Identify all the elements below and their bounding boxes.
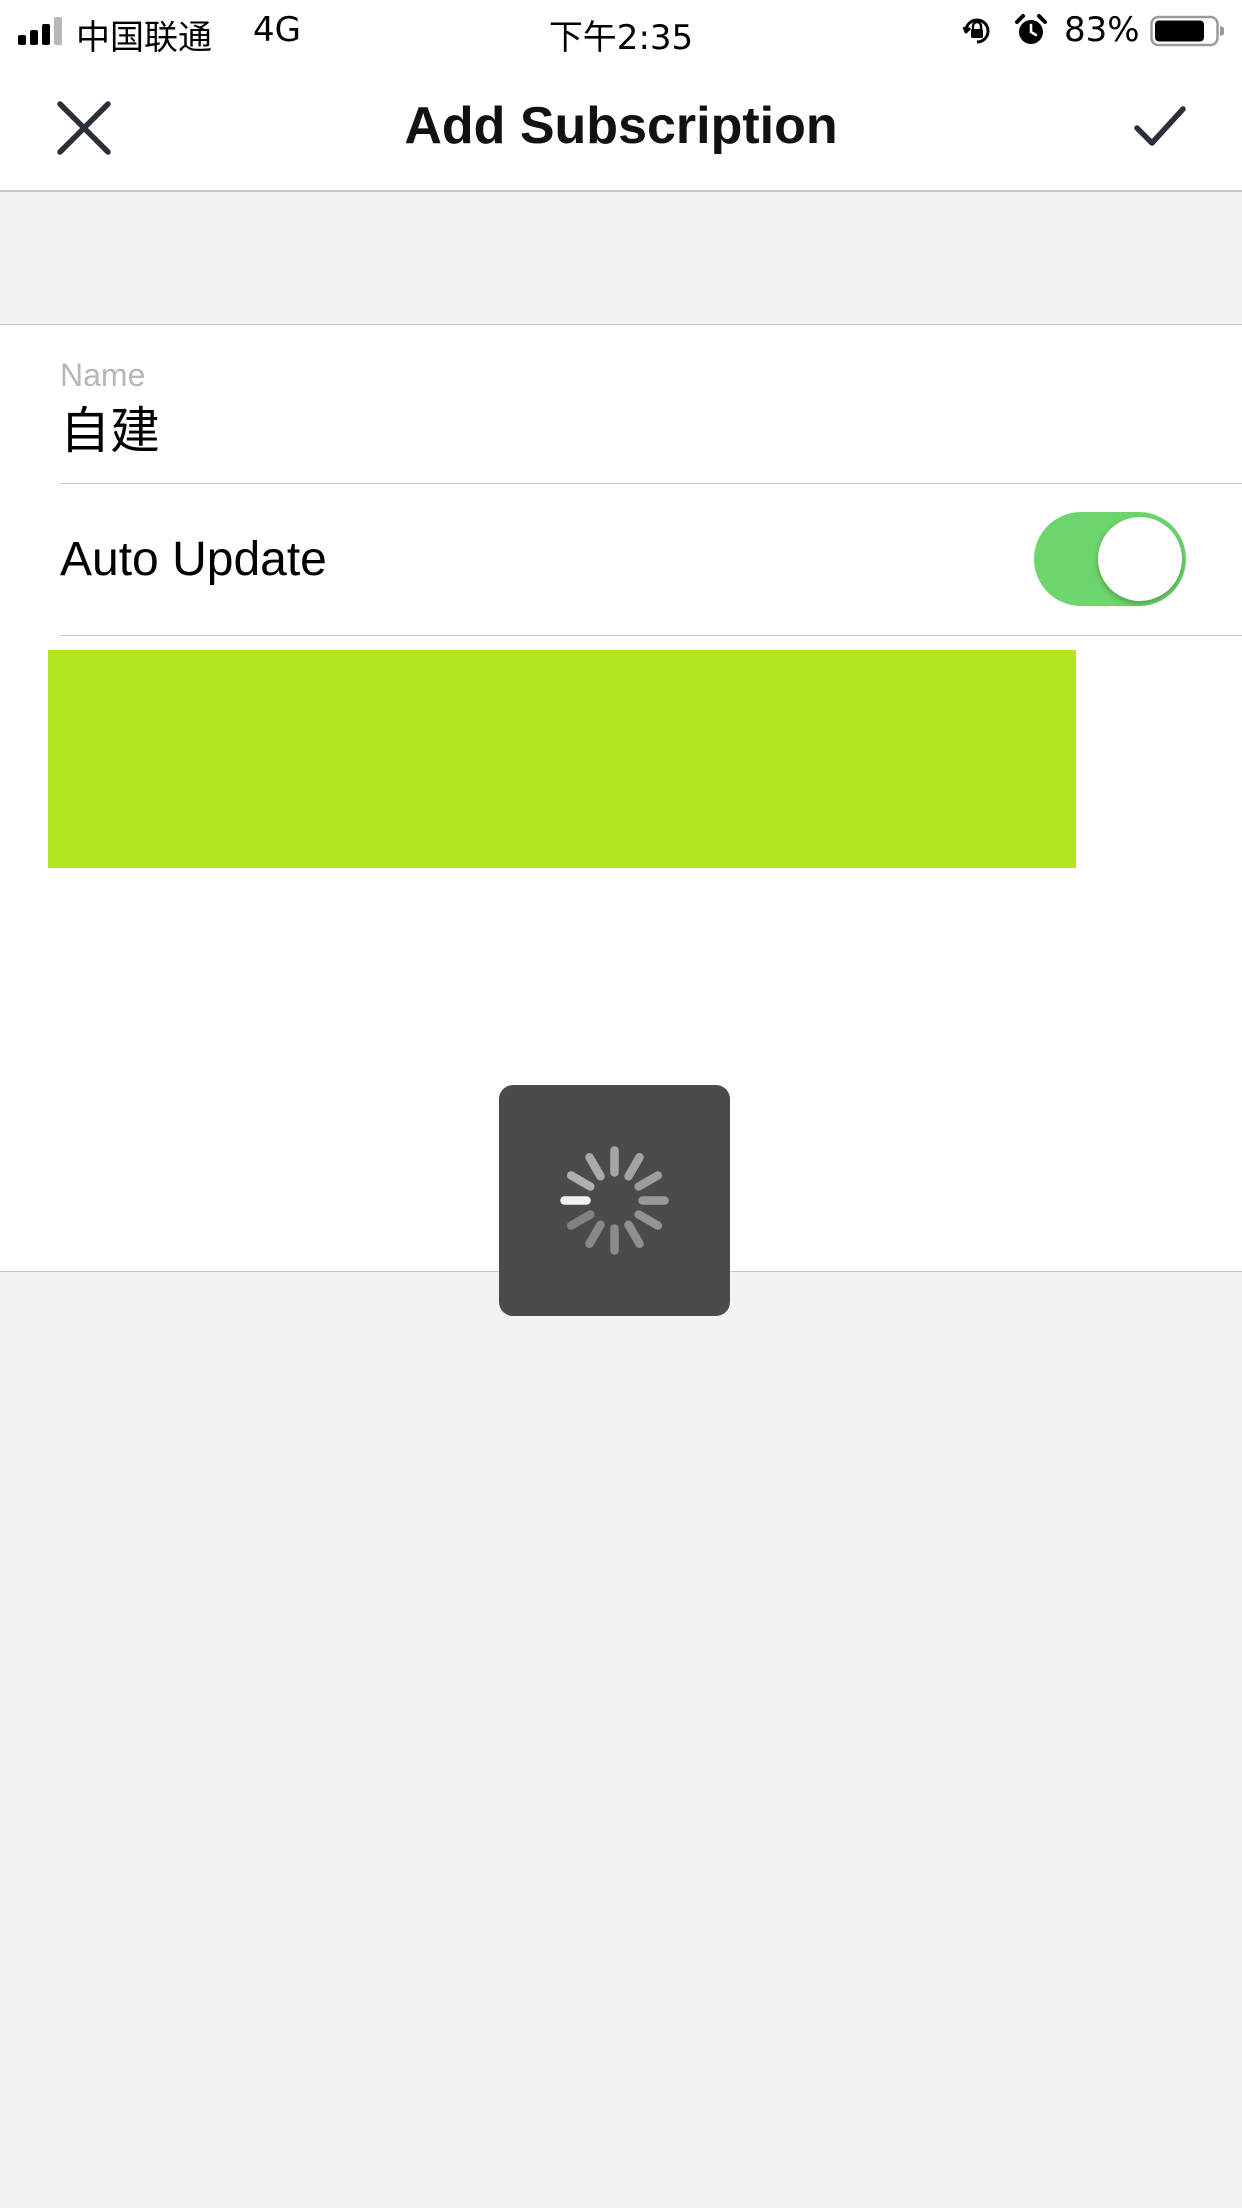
toggle-knob [1098,517,1182,601]
status-bar: 中国联通 4G 下午2:35 83% [0,0,1242,62]
spinner-spoke [624,1152,644,1181]
name-field[interactable]: Name 自建 [60,325,1242,484]
spinner-spoke [624,1220,644,1249]
spinner-spoke [585,1220,605,1249]
name-label: Name [60,357,146,393]
navigation-bar: Add Subscription [0,62,1242,192]
checkmark-icon [1134,106,1186,146]
spinner-spoke [634,1171,663,1191]
spinner-spoke [634,1210,663,1230]
battery-percent: 83% [1064,10,1140,50]
orientation-lock-icon [962,18,990,44]
battery-icon [1150,15,1224,47]
redacted-area [48,650,1076,868]
spinner-icon [560,1146,669,1255]
loading-indicator [499,1085,730,1316]
name-input[interactable]: 自建 [60,391,160,463]
auto-update-row: Auto Update [60,484,1242,636]
alarm-icon [1015,14,1047,44]
page-title: Add Subscription [404,97,838,155]
spinner-spoke [566,1171,595,1191]
status-time: 下午2:35 [548,18,694,58]
spinner-spoke [566,1210,595,1230]
spinner-spoke [585,1152,605,1181]
done-button[interactable] [1118,92,1208,162]
auto-update-toggle[interactable] [1034,512,1186,606]
auto-update-label: Auto Update [60,533,327,586]
